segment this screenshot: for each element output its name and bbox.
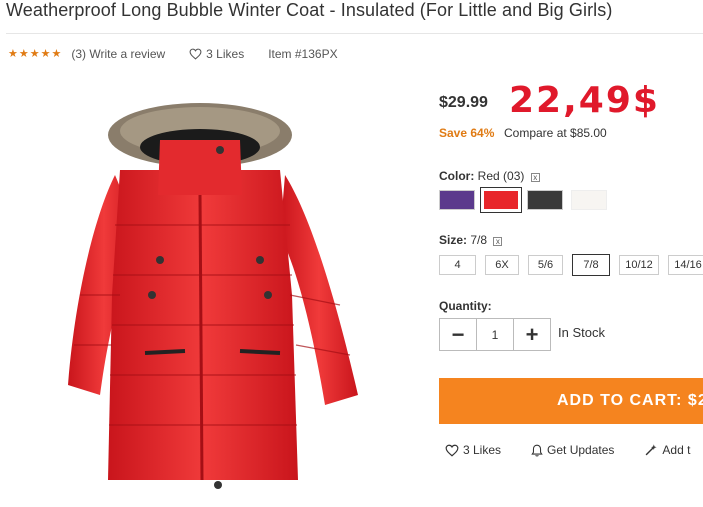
clear-size-icon[interactable]: x bbox=[493, 237, 503, 246]
star-icon: ★ bbox=[40, 48, 51, 60]
heart-icon bbox=[189, 48, 202, 60]
item-number: Item #136PX bbox=[268, 47, 338, 61]
likes-count: 3 Likes bbox=[206, 47, 245, 61]
likes-action-label: 3 Likes bbox=[463, 443, 502, 457]
swatch-purple[interactable] bbox=[439, 190, 475, 210]
wand-icon bbox=[646, 444, 658, 456]
quantity-decrease-button[interactable]: − bbox=[440, 319, 476, 350]
quantity-heading: Quantity: bbox=[439, 299, 492, 313]
heart-icon bbox=[445, 444, 459, 457]
swatch-black[interactable] bbox=[527, 190, 563, 210]
star-icon: ★ bbox=[18, 48, 29, 60]
quantity-stepper: − 1 + bbox=[439, 318, 551, 351]
write-review-link[interactable]: (3) Write a review bbox=[71, 47, 165, 61]
stock-status: In Stock bbox=[558, 325, 605, 340]
star-icon: ★ bbox=[29, 48, 40, 60]
size-label: Size: 7/8 x bbox=[439, 233, 503, 247]
selected-size: 7/8 bbox=[470, 233, 488, 247]
selected-color: Red (03) bbox=[477, 169, 525, 183]
color-label: Color: Red (03) x bbox=[439, 169, 540, 183]
sale-price: $29.99 bbox=[439, 94, 488, 111]
color-swatches bbox=[439, 187, 607, 213]
product-title: Weatherproof Long Bubble Winter Coat - I… bbox=[6, 0, 613, 20]
star-icon: ★ bbox=[51, 48, 62, 60]
size-option-5-6[interactable]: 5/6 bbox=[528, 255, 563, 275]
star-icon: ★ bbox=[8, 48, 18, 60]
savings-percent: Save 64% bbox=[439, 126, 495, 140]
title-divider bbox=[6, 33, 703, 34]
size-options: 4 6X 5/6 7/8 10/12 14/16 bbox=[439, 254, 703, 276]
size-option-14-16[interactable]: 14/16 bbox=[668, 255, 703, 275]
product-actions: 3 Likes Get Updates Add t bbox=[445, 440, 703, 460]
quantity-label: Quantity: bbox=[439, 299, 492, 313]
handwritten-price-overlay: 22,49$ bbox=[509, 80, 660, 121]
rating-stars[interactable]: ★ ★ ★ ★ ★ bbox=[8, 48, 61, 60]
get-updates-label: Get Updates bbox=[547, 443, 615, 457]
quantity-input[interactable]: 1 bbox=[476, 319, 514, 350]
add-to-list-label: Add t bbox=[662, 443, 691, 457]
product-meta-row: ★ ★ ★ ★ ★ (3) Write a review 3 Likes Ite… bbox=[8, 46, 338, 62]
size-heading: Size: bbox=[439, 233, 468, 247]
size-option-10-12[interactable]: 10/12 bbox=[619, 255, 659, 275]
add-to-cart-button[interactable]: ADD TO CART: $29 bbox=[439, 378, 703, 424]
likes-button[interactable]: 3 Likes bbox=[189, 47, 244, 61]
add-to-list-action[interactable]: Add t bbox=[644, 443, 690, 457]
get-updates-action[interactable]: Get Updates bbox=[531, 443, 614, 457]
size-option-7-8[interactable]: 7/8 bbox=[572, 254, 610, 276]
compare-price: Compare at $85.00 bbox=[504, 126, 607, 140]
color-heading: Color: bbox=[439, 169, 475, 183]
bell-icon bbox=[531, 444, 543, 456]
quantity-increase-button[interactable]: + bbox=[514, 319, 550, 350]
swatch-red[interactable] bbox=[480, 187, 522, 213]
swatch-white[interactable] bbox=[571, 190, 607, 210]
size-option-6x[interactable]: 6X bbox=[485, 255, 519, 275]
product-image[interactable] bbox=[60, 95, 365, 495]
likes-action[interactable]: 3 Likes bbox=[445, 443, 501, 457]
size-option-4[interactable]: 4 bbox=[439, 255, 476, 275]
clear-color-icon[interactable]: x bbox=[530, 173, 540, 182]
